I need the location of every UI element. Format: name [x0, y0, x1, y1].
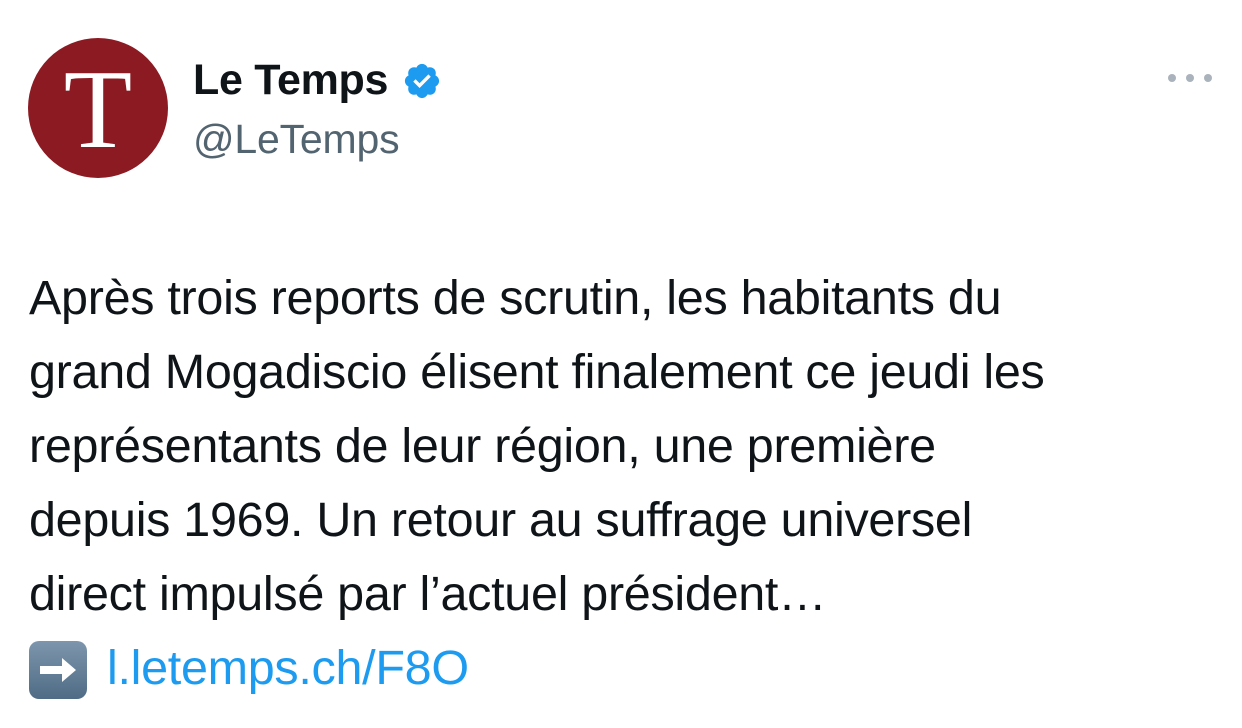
arrow-right-icon [29, 641, 87, 699]
verified-badge-icon [405, 63, 440, 99]
author-name-row: Le Temps [193, 52, 442, 108]
tweet-text: Après trois reports de scrutin, les habi… [29, 261, 1219, 705]
tweet-link-row: l.letemps.ch/F8O [29, 631, 1219, 705]
tweet-text-line: Après trois reports de scrutin, les habi… [29, 271, 1002, 325]
more-dot-icon [1186, 74, 1194, 82]
tweet-author: Le Temps @LeTemps [193, 52, 442, 163]
tweet-text-line: direct impulsé par l’actuel président… [29, 567, 827, 621]
tweet-text-line: grand Mogadiscio élisent finalement ce j… [29, 345, 1045, 399]
avatar-logo-letter: T [63, 48, 133, 172]
author-handle[interactable]: @LeTemps [193, 116, 442, 163]
tweet-card: T Le Temps @LeTemps Après trois reports … [0, 0, 1242, 728]
more-options-button[interactable] [1168, 66, 1212, 90]
more-dot-icon [1204, 74, 1212, 82]
tweet-text-line: depuis 1969. Un retour au suffrage unive… [29, 493, 973, 547]
more-dot-icon [1168, 74, 1176, 82]
tweet-link[interactable]: l.letemps.ch/F8O [107, 631, 469, 705]
tweet-text-line: représentants de leur région, une premiè… [29, 419, 936, 473]
author-display-name[interactable]: Le Temps [193, 56, 388, 105]
avatar[interactable]: T [28, 38, 168, 178]
